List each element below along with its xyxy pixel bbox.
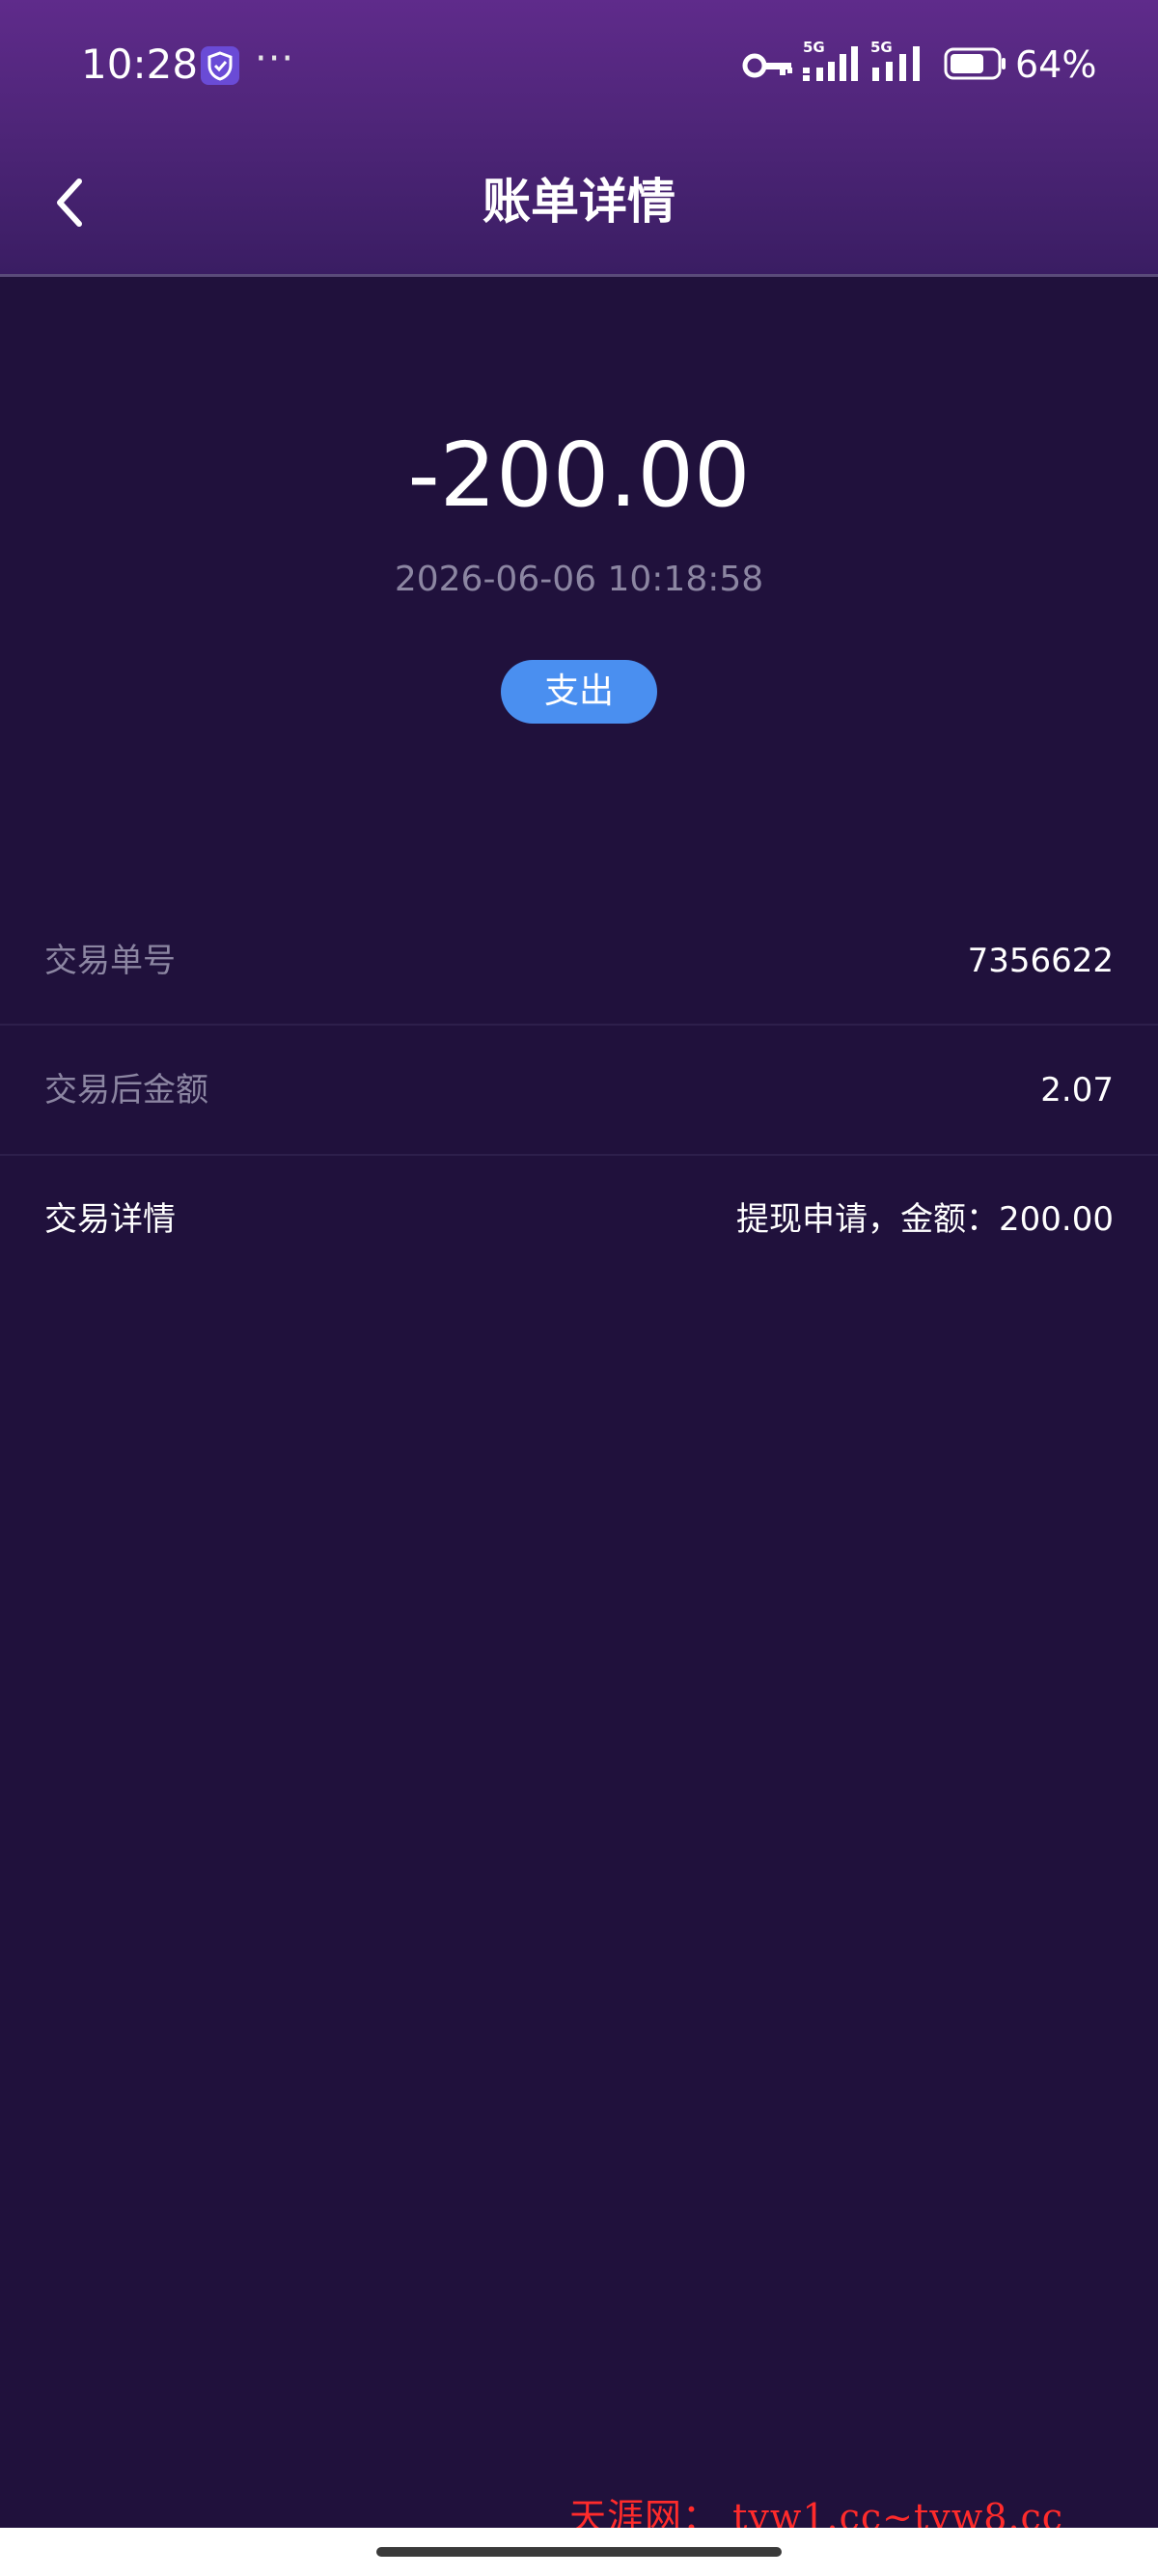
detail-row-order-number: 交易单号 7356622	[0, 896, 1158, 1026]
svg-text:5G: 5G	[803, 39, 825, 56]
detail-label: 交易单号	[44, 942, 176, 980]
transaction-datetime: 2026-06-06 10:18:58	[394, 560, 764, 599]
transaction-type-badge: 支出	[501, 660, 657, 724]
detail-value: 2.07	[1040, 1071, 1114, 1110]
shield-icon	[201, 46, 239, 85]
more-notifications-icon: ···	[255, 37, 295, 81]
page-title: 账单详情	[482, 174, 676, 230]
signal-5g-icon: 5G	[803, 39, 858, 81]
battery-level: 64%	[1015, 43, 1097, 86]
header-divider	[0, 274, 1158, 277]
battery-icon	[944, 47, 1006, 80]
home-indicator[interactable]	[376, 2547, 782, 2557]
transaction-amount: -200.00	[407, 424, 751, 527]
detail-value: 7356622	[967, 942, 1114, 980]
signal-5g-icon: 5G	[870, 39, 920, 81]
key-icon	[742, 53, 792, 78]
detail-value: 提现申请，金额：200.00	[736, 1200, 1114, 1239]
detail-row-description: 交易详情 提现申请，金额：200.00	[0, 1155, 1158, 1284]
status-time: 10:28	[81, 41, 199, 88]
detail-label: 交易详情	[44, 1200, 176, 1239]
detail-row-balance-after: 交易后金额 2.07	[0, 1026, 1158, 1155]
svg-text:5G: 5G	[870, 39, 893, 56]
detail-label: 交易后金额	[44, 1071, 208, 1110]
